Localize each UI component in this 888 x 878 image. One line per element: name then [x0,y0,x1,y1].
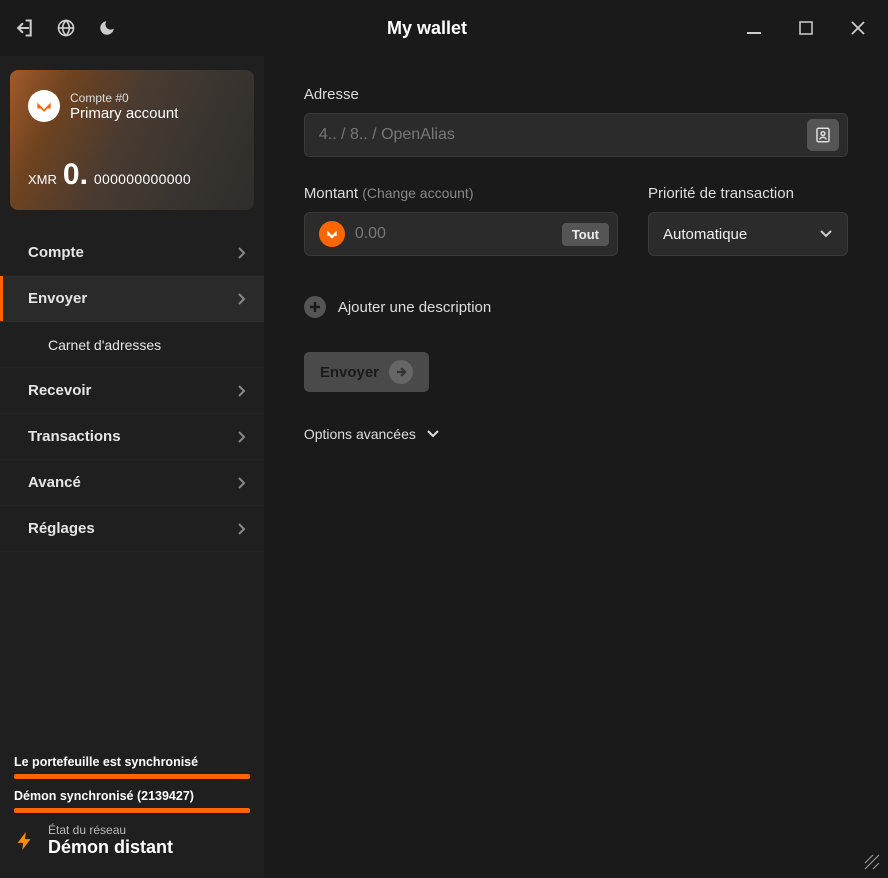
daemon-sync-label: Démon synchronisé (2139427) [14,789,250,803]
nav-label: Envoyer [28,290,87,307]
globe-icon[interactable] [56,18,76,38]
nav-label: Compte [28,244,84,261]
close-button[interactable] [842,12,874,44]
window-title: My wallet [116,18,738,39]
send-button-label: Envoyer [320,364,379,381]
address-input[interactable] [319,126,807,144]
chevron-right-icon [236,384,246,398]
balance-dec: 000000000000 [94,171,191,187]
nav-label: Réglages [28,520,95,537]
change-account-link[interactable]: (Change account) [362,185,473,201]
chevron-down-icon [819,229,833,239]
plus-icon [304,296,326,318]
nav-carnet-adresses[interactable]: Carnet d'adresses [0,322,264,368]
advanced-options-label: Options avancées [304,426,416,442]
account-number: Compte #0 [70,91,178,105]
advanced-options-toggle[interactable]: Options avancées [304,426,848,442]
moon-icon[interactable] [98,19,116,37]
chevron-right-icon [236,430,246,444]
chevron-right-icon [236,292,246,306]
resize-handle-icon[interactable] [864,854,880,870]
add-description-button[interactable]: Ajouter une description [304,296,848,318]
nav-label: Avancé [28,474,81,491]
account-name: Primary account [70,105,178,122]
balance-int: 0. [63,158,88,192]
nav-transactions[interactable]: Transactions [0,414,264,460]
monero-badge-icon [319,221,345,247]
amount-input[interactable] [355,225,562,243]
status-block: Le portefeuille est synchronisé Démon sy… [0,743,264,878]
network-status[interactable]: État du réseau Démon distant [14,823,250,858]
nav-label: Transactions [28,428,121,445]
network-state-label: État du réseau [48,823,173,837]
amount-all-button[interactable]: Tout [562,223,609,246]
amount-field-wrap: Tout [304,212,618,256]
nav-compte[interactable]: Compte [0,230,264,276]
nav-label: Carnet d'adresses [48,337,161,353]
monero-logo-icon [28,90,60,122]
send-panel: Adresse Montant (Change account) Tout [264,56,888,878]
maximize-button[interactable] [790,12,822,44]
chevron-right-icon [236,246,246,260]
priority-select[interactable]: Automatique [648,212,848,256]
arrow-right-icon [389,360,413,384]
nav: Compte Envoyer Carnet d'adresses Recevoi… [0,230,264,552]
minimize-button[interactable] [738,12,770,44]
chevron-down-icon [426,429,440,439]
send-button[interactable]: Envoyer [304,352,429,392]
nav-label: Recevoir [28,382,91,399]
network-state-value: Démon distant [48,837,173,858]
balance: XMR 0. 000000000000 [28,158,191,192]
account-card[interactable]: Compte #0 Primary account XMR 0. 0000000… [10,70,254,210]
chevron-right-icon [236,522,246,536]
address-book-button[interactable] [807,119,839,151]
amount-label: Montant (Change account) [304,185,618,202]
nav-avance[interactable]: Avancé [0,460,264,506]
currency-label: XMR [28,172,57,187]
address-field-wrap [304,113,848,157]
priority-value: Automatique [663,226,747,243]
wallet-sync-label: Le portefeuille est synchronisé [14,755,250,769]
chevron-right-icon [236,476,246,490]
priority-label: Priorité de transaction [648,185,848,202]
sidebar: Compte #0 Primary account XMR 0. 0000000… [0,56,264,878]
daemon-sync-progress [14,808,250,813]
wallet-sync-progress [14,774,250,779]
titlebar: My wallet [0,0,888,56]
nav-reglages[interactable]: Réglages [0,506,264,552]
address-label: Adresse [304,86,848,103]
logout-icon[interactable] [14,18,34,38]
add-description-label: Ajouter une description [338,299,491,316]
nav-envoyer[interactable]: Envoyer [0,276,264,322]
lightning-icon [14,827,36,855]
nav-recevoir[interactable]: Recevoir [0,368,264,414]
